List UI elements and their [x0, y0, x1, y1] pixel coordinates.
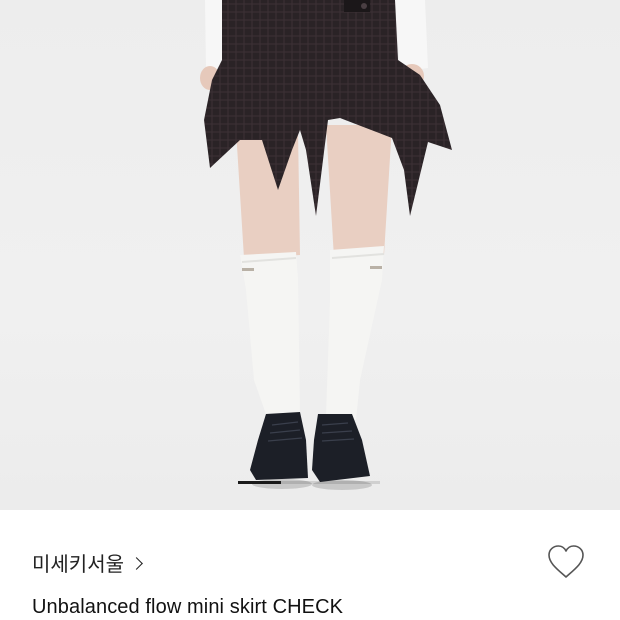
chevron-right-icon	[130, 556, 143, 570]
product-photo-illustration	[200, 0, 452, 490]
carousel-indicator-thumb	[238, 481, 281, 484]
product-title: Unbalanced flow mini skirt CHECK	[32, 596, 344, 618]
wishlist-button[interactable]	[545, 542, 587, 582]
shoes	[250, 412, 372, 490]
brand-link[interactable]: 미세키서울	[32, 548, 143, 577]
product-image[interactable]	[0, 0, 620, 510]
product-info: 미세키서울 Unbalanced flow mini skirt CHECK	[0, 510, 620, 620]
heart-outline-icon	[548, 545, 584, 578]
product-detail-page: 미세키서울 Unbalanced flow mini skirt CHECK	[0, 0, 620, 620]
brand-name: 미세키서울	[32, 554, 124, 576]
carousel-indicator	[238, 481, 380, 484]
socks	[240, 246, 385, 420]
